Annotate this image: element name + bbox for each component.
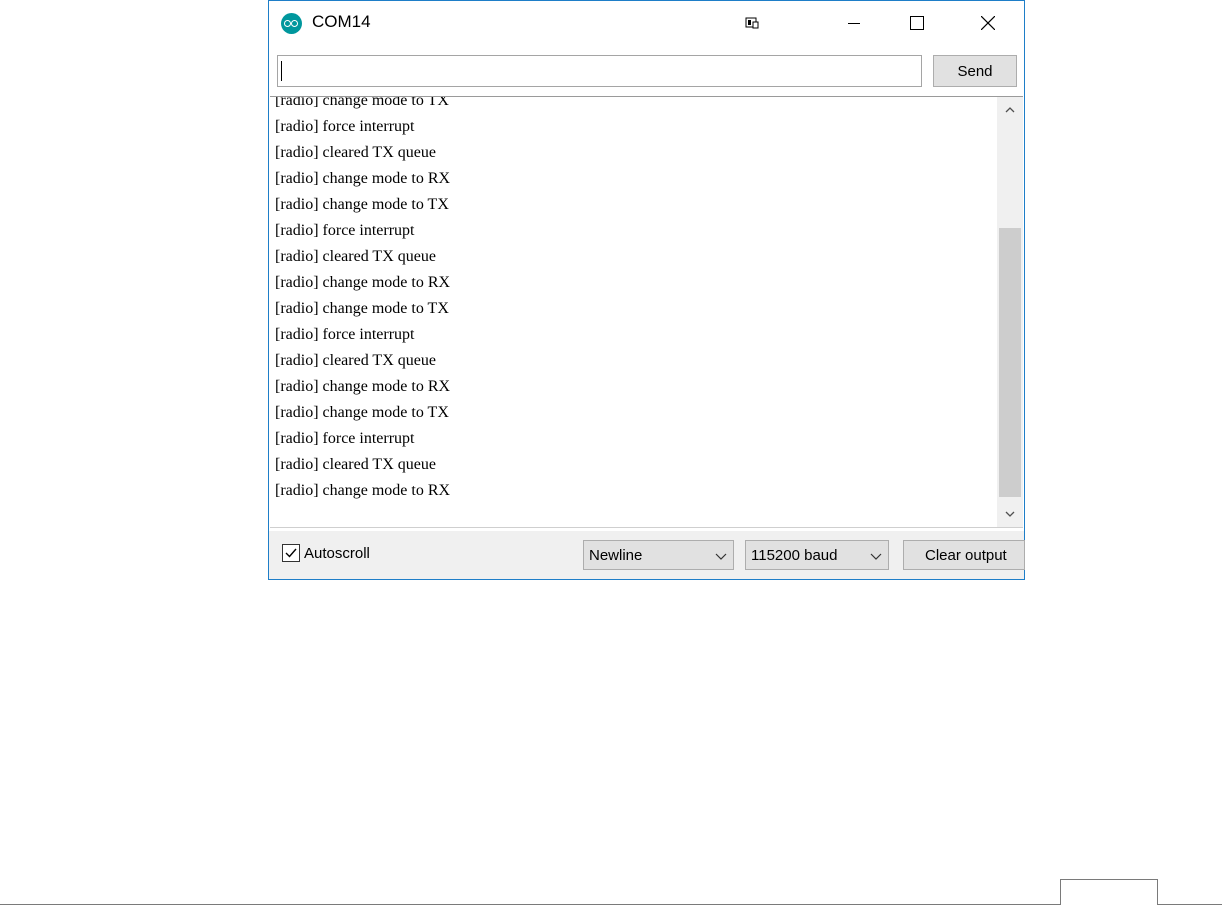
monitor-icon[interactable] xyxy=(729,1,775,45)
autoscroll-checkbox[interactable] xyxy=(282,544,300,562)
checkmark-icon xyxy=(285,548,297,558)
scroll-down-button[interactable] xyxy=(997,501,1023,527)
log-line: [radio] cleared TX queue xyxy=(275,248,436,265)
status-bar: Autoscroll Newline 115200 baud Clear out… xyxy=(269,531,1025,579)
title-bar[interactable]: COM14 xyxy=(269,1,1024,45)
scroll-thumb[interactable] xyxy=(999,228,1021,497)
clear-output-button[interactable]: Clear output xyxy=(903,540,1025,570)
arduino-icon xyxy=(281,13,302,34)
log-line: [radio] change mode to RX xyxy=(275,378,451,395)
baud-rate-value: 115200 baud xyxy=(751,546,838,564)
close-button[interactable] xyxy=(965,1,1011,45)
log-line: [radio] change mode to RX xyxy=(275,170,451,187)
window-title: COM14 xyxy=(312,12,371,31)
minimize-button[interactable] xyxy=(831,1,877,45)
text-caret xyxy=(281,61,282,81)
line-ending-select[interactable]: Newline xyxy=(583,540,734,570)
log-line: [radio] change mode to TX xyxy=(275,196,449,213)
log-line: [radio] force interrupt xyxy=(275,222,415,239)
autoscroll-toggle[interactable]: Autoscroll xyxy=(282,544,370,562)
maximize-button[interactable] xyxy=(894,1,940,45)
scroll-up-button[interactable] xyxy=(997,97,1023,123)
minimize-icon xyxy=(848,23,860,24)
page-tab xyxy=(1060,879,1158,905)
log-line: [radio] change mode to RX xyxy=(275,274,451,291)
log-line: [radio] force interrupt xyxy=(275,118,415,135)
page-divider xyxy=(0,904,1222,905)
chevron-down-icon xyxy=(715,547,727,567)
log-line: [radio] force interrupt xyxy=(275,326,415,343)
chevron-down-icon xyxy=(870,547,882,567)
input-row: Send xyxy=(277,55,1017,89)
log-line: [radio] change mode to TX xyxy=(275,96,449,109)
log-line: [radio] change mode to TX xyxy=(275,404,449,421)
chevron-down-icon xyxy=(1005,511,1015,517)
vertical-scrollbar[interactable] xyxy=(997,97,1023,527)
log-line: [radio] cleared TX queue xyxy=(275,144,436,161)
autoscroll-label: Autoscroll xyxy=(304,544,370,562)
output-log: [radio] change mode to TX [radio] force i… xyxy=(275,97,450,504)
log-line: [radio] cleared TX queue xyxy=(275,456,436,473)
send-button[interactable]: Send xyxy=(933,55,1017,87)
line-ending-value: Newline xyxy=(589,546,643,564)
serial-input[interactable] xyxy=(277,55,922,87)
close-icon xyxy=(981,16,995,30)
serial-monitor-window: COM14 Send [radio] change mode to TX [rad… xyxy=(268,0,1025,580)
chevron-up-icon xyxy=(1005,107,1015,113)
log-line: [radio] force interrupt xyxy=(275,430,415,447)
log-line: [radio] change mode to RX xyxy=(275,482,451,499)
log-line: [radio] change mode to TX xyxy=(275,300,449,317)
maximize-icon xyxy=(910,16,924,30)
log-line: [radio] cleared TX queue xyxy=(275,352,436,369)
baud-rate-select[interactable]: 115200 baud xyxy=(745,540,889,570)
serial-output[interactable]: [radio] change mode to TX [radio] force i… xyxy=(270,96,1023,528)
